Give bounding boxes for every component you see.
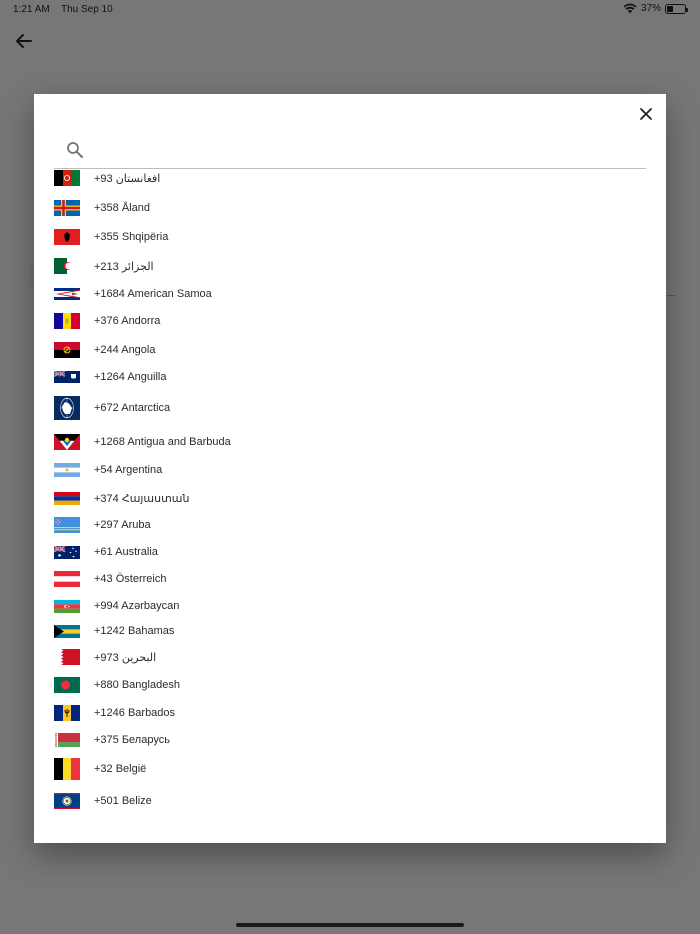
flag-aq-icon bbox=[54, 396, 80, 420]
country-row[interactable]: +994 Azərbaycan bbox=[54, 593, 646, 619]
country-picker-dialog: +93 افغانستان +358 Åland +355 Shqipëria +21… bbox=[34, 94, 666, 843]
status-date: Thu Sep 10 bbox=[61, 4, 113, 15]
country-label: +1684 American Samoa bbox=[94, 288, 212, 300]
search-bar bbox=[54, 134, 646, 169]
flag-aw-icon bbox=[54, 517, 80, 533]
flag-at-icon bbox=[54, 571, 80, 587]
country-label: +672 Antarctica bbox=[94, 402, 171, 414]
country-label: +355 Shqipëria bbox=[94, 231, 169, 243]
close-icon[interactable] bbox=[636, 104, 656, 124]
country-row[interactable]: +1246 Barbados bbox=[54, 700, 646, 726]
flag-ar-icon bbox=[54, 463, 80, 477]
country-label: +213 الجزائر bbox=[94, 260, 154, 273]
country-label: +358 Åland bbox=[94, 202, 150, 214]
status-time: 1:21 AM bbox=[13, 4, 50, 15]
country-row[interactable]: +355 Shqipëria bbox=[54, 224, 646, 250]
flag-ad-icon bbox=[54, 313, 80, 329]
country-row[interactable]: +1684 American Samoa bbox=[54, 281, 646, 307]
status-right: 37% bbox=[623, 3, 688, 14]
country-row[interactable]: +32 België bbox=[54, 756, 646, 782]
country-label: +376 Andorra bbox=[94, 315, 161, 327]
country-label: +244 Angola bbox=[94, 344, 156, 356]
country-label: +973 البحرين bbox=[94, 651, 157, 664]
flag-ao-icon bbox=[54, 342, 80, 358]
country-row[interactable]: +501 Belize bbox=[54, 788, 646, 814]
country-label: +880 Bangladesh bbox=[94, 679, 180, 691]
flag-az-icon bbox=[54, 599, 80, 613]
country-row[interactable]: +973 البحرين bbox=[54, 644, 646, 670]
flag-bd-icon bbox=[54, 677, 80, 693]
country-label: +1242 Bahamas bbox=[94, 625, 175, 637]
flag-ax-icon bbox=[54, 200, 80, 216]
country-row[interactable]: +672 Antarctica bbox=[54, 395, 646, 421]
country-label: +994 Azərbaycan bbox=[94, 600, 180, 612]
flag-bz-icon bbox=[54, 793, 80, 809]
country-row[interactable]: +244 Angola bbox=[54, 337, 646, 363]
background-divider bbox=[666, 295, 676, 296]
country-label: +1246 Barbados bbox=[94, 707, 176, 719]
country-label: +54 Argentina bbox=[94, 464, 163, 476]
home-indicator[interactable] bbox=[236, 923, 464, 927]
country-row[interactable]: +374 Հայաստան bbox=[54, 485, 646, 511]
back-arrow-icon[interactable] bbox=[14, 32, 34, 50]
country-label: +501 Belize bbox=[94, 795, 152, 807]
country-label: +1268 Antigua and Barbuda bbox=[94, 436, 231, 448]
country-row[interactable]: +213 الجزائر bbox=[54, 253, 646, 279]
flag-al-icon bbox=[54, 229, 80, 245]
flag-dz-icon bbox=[54, 258, 80, 274]
country-row[interactable]: +61 Australia bbox=[54, 539, 646, 565]
flag-by-icon bbox=[54, 733, 80, 747]
search-icon bbox=[67, 142, 83, 158]
country-row[interactable]: +880 Bangladesh bbox=[54, 672, 646, 698]
country-row[interactable]: +1242 Bahamas bbox=[54, 618, 646, 644]
flag-bh-icon bbox=[54, 649, 80, 665]
country-row[interactable]: +54 Argentina bbox=[54, 457, 646, 483]
flag-ag-icon bbox=[54, 434, 80, 450]
country-label: +374 Հայաստան bbox=[94, 492, 190, 505]
country-label: +375 Беларусь bbox=[94, 734, 170, 746]
country-label: +297 Aruba bbox=[94, 519, 151, 531]
status-bar: 1:21 AM Thu Sep 10 37% bbox=[0, 0, 700, 20]
wifi-icon bbox=[623, 3, 637, 14]
flag-au-icon bbox=[54, 545, 80, 559]
country-row[interactable]: +376 Andorra bbox=[54, 308, 646, 334]
country-row[interactable]: +1264 Anguilla bbox=[54, 364, 646, 390]
country-label: +1264 Anguilla bbox=[94, 371, 167, 383]
flag-af-icon bbox=[54, 170, 80, 186]
flag-bb-icon bbox=[54, 705, 80, 721]
battery-level bbox=[667, 5, 674, 12]
country-row[interactable]: +1268 Antigua and Barbuda bbox=[54, 429, 646, 455]
country-row[interactable]: +43 Österreich bbox=[54, 566, 646, 592]
flag-be-icon bbox=[54, 758, 80, 780]
country-row[interactable]: +358 Åland bbox=[54, 195, 646, 221]
country-row[interactable]: +375 Беларусь bbox=[54, 727, 646, 753]
flag-am-icon bbox=[54, 491, 80, 505]
flag-ai-icon bbox=[54, 371, 80, 383]
country-row[interactable]: +297 Aruba bbox=[54, 512, 646, 538]
country-label: +93 افغانستان bbox=[94, 172, 161, 185]
battery-icon bbox=[665, 3, 688, 14]
search-input[interactable] bbox=[98, 138, 638, 164]
country-label: +43 Österreich bbox=[94, 573, 167, 585]
flag-bs-icon bbox=[54, 624, 80, 638]
country-row[interactable]: +93 افغانستان bbox=[54, 165, 646, 191]
country-label: +61 Australia bbox=[94, 546, 158, 558]
country-label: +32 België bbox=[94, 763, 147, 775]
battery-percent: 37% bbox=[640, 3, 661, 14]
flag-as-icon bbox=[54, 288, 80, 300]
